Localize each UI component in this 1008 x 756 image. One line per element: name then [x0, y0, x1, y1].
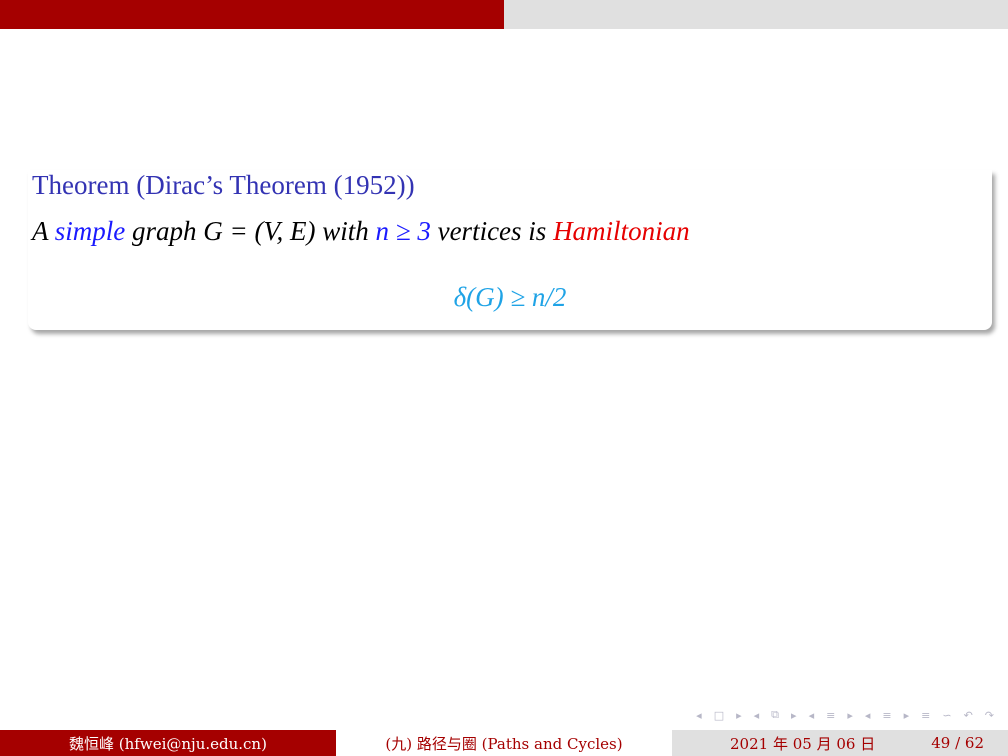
- section-next-icon[interactable]: ▸: [904, 709, 910, 722]
- statement-text-4: vertices is: [430, 216, 554, 246]
- footer-title: (九) 路径与圈 (Paths and Cycles): [336, 730, 672, 756]
- statement-text-2: graph: [125, 216, 204, 246]
- statement-text-3: with: [315, 216, 376, 246]
- statement-text-1: A: [32, 216, 55, 246]
- slide-icon[interactable]: □: [714, 709, 724, 722]
- statement-math-graph: G = (V, E): [203, 216, 316, 246]
- theorem-statement: A simple graph G = (V, E) with n ≥ 3 ver…: [32, 216, 690, 247]
- forward-icon[interactable]: ↷: [985, 709, 994, 722]
- subsection-next-icon[interactable]: ▸: [847, 709, 853, 722]
- align-icon[interactable]: ≡: [921, 709, 930, 722]
- statement-simple: simple: [54, 216, 126, 246]
- search-icon[interactable]: ∽: [942, 709, 951, 722]
- slide-next-icon[interactable]: ▸: [736, 709, 742, 722]
- subsection-prev-icon[interactable]: ◂: [809, 709, 815, 722]
- theorem-block: Theorem (Dirac’s Theorem (1952)) A simpl…: [28, 170, 992, 330]
- footer-page-number: 49 / 62: [931, 734, 984, 752]
- theorem-title: Theorem (Dirac’s Theorem (1952)): [32, 170, 415, 200]
- progress-fill: [0, 0, 504, 29]
- section-prev-icon[interactable]: ◂: [865, 709, 871, 722]
- frame-icon[interactable]: ⧉: [771, 708, 779, 722]
- beamer-navigation: ◂ □ ▸ ◂ ⧉ ▸ ◂ ≡ ▸ ◂ ≡ ▸ ≡ ∽ ↶ ↷: [696, 706, 994, 724]
- frame-prev-icon[interactable]: ◂: [754, 709, 760, 722]
- statement-hamiltonian: Hamiltonian: [553, 216, 690, 246]
- section-icon[interactable]: ≡: [882, 709, 891, 722]
- footer-author: 魏恒峰 (hfwei@nju.edu.cn): [0, 730, 336, 756]
- slide-prev-icon[interactable]: ◂: [696, 709, 702, 722]
- footer-date-page: 2021 年 05 月 06 日 49 / 62: [672, 730, 1008, 756]
- statement-n-ge-3: n ≥ 3: [375, 216, 431, 246]
- footer: 魏恒峰 (hfwei@nju.edu.cn) (九) 路径与圈 (Paths a…: [0, 730, 1008, 756]
- back-icon[interactable]: ↶: [964, 709, 973, 722]
- footer-date: 2021 年 05 月 06 日: [730, 734, 876, 753]
- subsection-icon[interactable]: ≡: [826, 709, 835, 722]
- progress-bar: [0, 0, 1008, 29]
- frame-next-icon[interactable]: ▸: [791, 709, 797, 722]
- theorem-condition: δ(G) ≥ n/2: [453, 282, 567, 312]
